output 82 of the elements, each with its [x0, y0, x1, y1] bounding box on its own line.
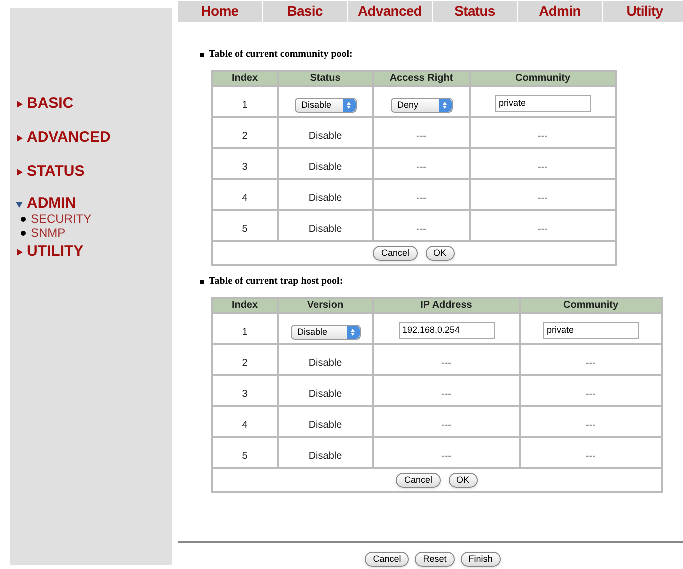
expanded-triangle-icon[interactable]: [16, 200, 23, 208]
table-cell: ---: [442, 451, 452, 462]
nav-tab[interactable]: Advanced: [348, 1, 432, 22]
table-cell: ---: [586, 389, 596, 400]
sidebar-link[interactable]: BASIC: [27, 96, 74, 112]
button[interactable]: Cancel: [373, 246, 418, 260]
table-cell: ---: [442, 420, 452, 431]
table-cell: 1: [242, 327, 248, 338]
section-heading: Table of current community pool:: [209, 49, 353, 61]
table-cell: 5: [242, 224, 248, 235]
table-cell: 5: [242, 451, 248, 462]
table-cell: 1: [242, 100, 248, 111]
table-cell: ---: [442, 358, 452, 369]
column-header: Index: [212, 71, 278, 86]
nav-tab[interactable]: Utility: [603, 1, 683, 22]
sidebar-sublink[interactable]: SNMP: [31, 226, 66, 240]
button[interactable]: OK: [426, 246, 455, 260]
nav-tab[interactable]: Status: [433, 1, 517, 22]
table-cell: Disable: [308, 131, 342, 142]
table-cell: Disable: [308, 224, 342, 235]
dropdown[interactable]: Disable: [294, 98, 356, 114]
table-cell: ---: [442, 389, 452, 400]
table-cell: ---: [586, 451, 596, 462]
section-heading: Table of current trap host pool:: [209, 276, 344, 288]
sidebar-link[interactable]: ADVANCED: [27, 130, 111, 146]
table-cell: 4: [242, 193, 248, 204]
column-header: Status: [278, 71, 373, 86]
dropdown[interactable]: Disable: [290, 325, 360, 340]
button[interactable]: Cancel: [396, 472, 440, 488]
table-cell: 4: [242, 420, 248, 431]
sidebar-sublink[interactable]: SECURITY: [31, 212, 92, 226]
input-field[interactable]: 192.168.0.254: [398, 322, 494, 338]
collapsed-triangle-icon[interactable]: [16, 248, 23, 256]
table-cell: ---: [586, 420, 596, 431]
sidebar-link[interactable]: STATUS: [27, 164, 85, 180]
column-header: Community: [470, 71, 616, 86]
sidebar-link[interactable]: ADMIN: [27, 196, 76, 212]
dropdown[interactable]: Deny: [390, 98, 452, 114]
table-cell: ---: [538, 162, 548, 173]
bullet-icon: [21, 216, 26, 222]
stepper-arrows-icon: [342, 99, 356, 112]
table-cell: ---: [538, 224, 548, 235]
table-cell: 3: [242, 389, 248, 400]
table-cell: ---: [538, 131, 548, 142]
table-cell: ---: [586, 358, 596, 369]
input-field[interactable]: private: [543, 322, 639, 338]
stepper-arrows-icon: [438, 99, 452, 112]
table-cell: Disable: [308, 389, 342, 400]
button[interactable]: Finish: [460, 552, 501, 567]
stepper-arrows-icon: [346, 326, 360, 340]
column-header: Access Right: [373, 71, 470, 86]
collapsed-triangle-icon[interactable]: [16, 100, 23, 108]
table-cell: ---: [416, 162, 426, 173]
column-header: Community: [520, 298, 662, 313]
button[interactable]: OK: [448, 472, 478, 488]
table-cell: 3: [242, 162, 248, 173]
sidebar-link[interactable]: UTILITY: [27, 244, 84, 260]
bullet-icon: [200, 280, 204, 284]
nav-tab[interactable]: Home: [178, 1, 262, 22]
column-header: Version: [278, 298, 373, 313]
table-cell: ---: [416, 131, 426, 142]
column-header: IP Address: [373, 298, 520, 313]
table-cell: Disable: [308, 193, 342, 204]
nav-tab[interactable]: Basic: [263, 1, 347, 22]
table-cell: ---: [416, 224, 426, 235]
bullet-icon: [200, 53, 204, 57]
collapsed-triangle-icon[interactable]: [16, 168, 23, 176]
button[interactable]: Reset: [415, 552, 455, 567]
table-cell: Disable: [308, 420, 342, 431]
table-cell: Disable: [308, 451, 342, 462]
bullet-icon: [21, 230, 26, 236]
input-field[interactable]: private: [495, 94, 591, 112]
collapsed-triangle-icon[interactable]: [16, 134, 23, 142]
table-cell: 2: [242, 358, 248, 369]
button[interactable]: Cancel: [365, 552, 410, 567]
column-header: Index: [212, 298, 278, 313]
table-cell: ---: [416, 193, 426, 204]
table-cell: ---: [538, 193, 548, 204]
table-cell: Disable: [308, 358, 342, 369]
table-cell: Disable: [308, 162, 342, 173]
table-cell: 2: [242, 131, 248, 142]
nav-tab[interactable]: Admin: [518, 1, 602, 22]
